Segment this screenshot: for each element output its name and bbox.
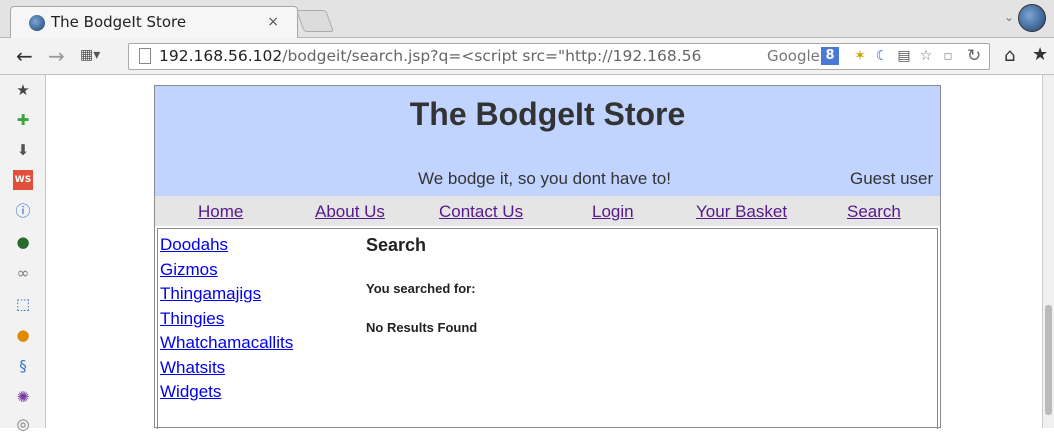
- virus-icon[interactable]: ✺: [13, 387, 33, 407]
- profile-avatar-icon[interactable]: [1018, 4, 1046, 32]
- new-tab-button[interactable]: [295, 10, 335, 32]
- pointer-icon[interactable]: ⬚: [13, 294, 33, 314]
- reader-icon[interactable]: ▫: [939, 47, 957, 65]
- page-icon: [139, 48, 151, 64]
- site-favicon-icon: [29, 15, 45, 31]
- bookmarks-star-icon[interactable]: ★: [1032, 44, 1048, 65]
- swirl-icon[interactable]: §: [13, 356, 33, 376]
- nav-contact-link[interactable]: Contact Us: [439, 202, 523, 222]
- apps-menu-button[interactable]: ▦▾: [80, 47, 100, 63]
- chevron-down-icon[interactable]: ⌄: [1004, 10, 1014, 24]
- extension-bug-icon[interactable]: ✶: [851, 47, 869, 65]
- reload-icon[interactable]: ↻: [967, 46, 981, 66]
- no-results-text: No Results Found: [366, 320, 478, 335]
- site-header: The BodgeIt Store We bodge it, so you do…: [155, 86, 940, 196]
- globe-icon[interactable]: ●: [13, 232, 33, 252]
- nav-login-link[interactable]: Login: [592, 202, 634, 222]
- url-path: /bodgeit/search.jsp?q=<script src="http:…: [282, 47, 702, 65]
- back-button[interactable]: ←: [16, 44, 33, 68]
- web-page: The BodgeIt Store We bodge it, so you do…: [46, 75, 1042, 429]
- category-link[interactable]: Whatsits: [160, 356, 340, 381]
- content-area: Doodahs Gizmos Thingamajigs Thingies Wha…: [157, 228, 938, 429]
- scrollbar-thumb[interactable]: [1045, 305, 1052, 415]
- section-heading: Search: [366, 235, 427, 255]
- home-icon[interactable]: ⌂: [1004, 45, 1015, 66]
- bookmark-star-icon[interactable]: ★: [13, 80, 33, 100]
- nav-search-link[interactable]: Search: [847, 202, 901, 222]
- searched-for-text: You searched for:: [366, 281, 476, 296]
- tab-close-button[interactable]: ×: [267, 14, 279, 30]
- top-nav: Home About Us Contact Us Login Your Bask…: [155, 196, 940, 226]
- tagline: We bodge it, so you dont have to!: [418, 169, 671, 188]
- nav-about-link[interactable]: About Us: [315, 202, 385, 222]
- vertical-scrollbar[interactable]: [1042, 75, 1054, 428]
- info-icon[interactable]: ⓘ: [13, 201, 33, 221]
- download-icon[interactable]: ⬇: [13, 140, 33, 160]
- browser-sidebar: ★ ✚ ⬇ WS ⓘ ● ∞ ⬚ ● § ✺ ◎: [0, 75, 46, 433]
- nav-basket-link[interactable]: Your Basket: [696, 202, 787, 222]
- firebug-icon[interactable]: ●: [13, 325, 33, 345]
- puzzle-icon[interactable]: ✚: [13, 110, 33, 130]
- extension-crescent-icon[interactable]: ☾: [873, 47, 891, 65]
- search-results: Search You searched for: No Results Foun…: [366, 235, 926, 335]
- category-link[interactable]: Whatchamacallits: [160, 331, 340, 356]
- category-link[interactable]: Thingamajigs: [160, 282, 340, 307]
- category-link[interactable]: Widgets: [160, 380, 340, 405]
- url-host: 192.168.56.102: [159, 47, 283, 65]
- category-link[interactable]: Thingies: [160, 307, 340, 332]
- ws-icon[interactable]: WS: [13, 170, 33, 190]
- browser-tab[interactable]: The BodgeIt Store ×: [10, 6, 298, 38]
- google-search-icon[interactable]: 8: [821, 47, 839, 65]
- mask-icon[interactable]: ∞: [13, 263, 33, 283]
- browser-toolbar: ← → ▦▾ 192.168.56.102/bodgeit/search.jsp…: [0, 38, 1054, 75]
- category-nav: Doodahs Gizmos Thingamajigs Thingies Wha…: [160, 233, 340, 405]
- forward-button[interactable]: →: [48, 44, 65, 68]
- star-bookmark-icon[interactable]: ☆: [917, 47, 935, 65]
- category-link[interactable]: Doodahs: [160, 233, 340, 258]
- cookie-icon[interactable]: ◎: [13, 414, 33, 434]
- tab-strip: The BodgeIt Store × ⌄: [0, 0, 1054, 38]
- bodgeit-site: The BodgeIt Store We bodge it, so you do…: [154, 85, 941, 429]
- user-status: Guest user: [850, 169, 934, 188]
- page-title: The BodgeIt Store: [409, 96, 686, 132]
- nav-home-link[interactable]: Home: [198, 202, 243, 222]
- extension-stack-icon[interactable]: ▤: [895, 47, 913, 65]
- tab-title: The BodgeIt Store: [51, 13, 187, 31]
- url-text[interactable]: 192.168.56.102/bodgeit/search.jsp?q=<scr…: [159, 47, 701, 65]
- address-bar[interactable]: 192.168.56.102/bodgeit/search.jsp?q=<scr…: [128, 43, 990, 70]
- search-engine-label[interactable]: Google: [767, 47, 820, 65]
- category-link[interactable]: Gizmos: [160, 258, 340, 283]
